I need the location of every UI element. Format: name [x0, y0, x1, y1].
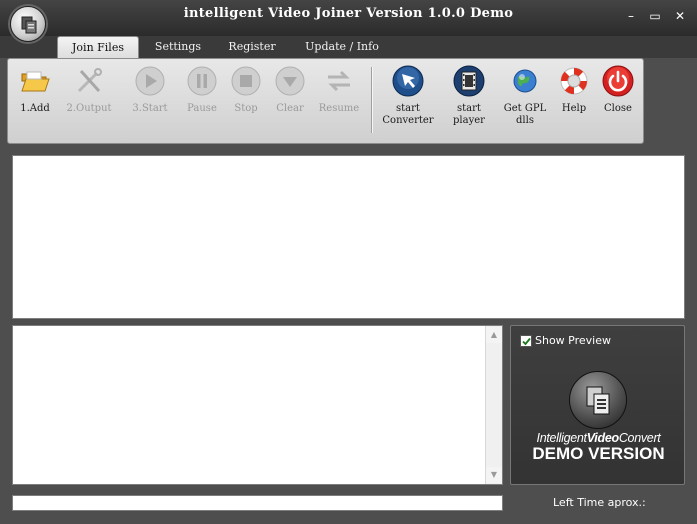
start-converter-label: start Converter: [382, 103, 434, 126]
video-convert-logo-icon: [569, 371, 627, 429]
brand-middle: Video: [586, 431, 619, 445]
app-logo-icon[interactable]: [10, 6, 46, 42]
add-label: 1.Add: [20, 103, 50, 114]
clear-label: Clear: [276, 103, 304, 114]
start-player-label: start player: [453, 103, 485, 126]
tab-update-info[interactable]: Update / Info: [296, 36, 388, 58]
add-button[interactable]: 1.Add: [7, 65, 63, 137]
progress-bar: [12, 495, 503, 511]
pause-icon: [187, 66, 217, 96]
toolbar: 1.Add 2.Output 3.Start Pause Stop Clear …: [7, 58, 644, 144]
toolbar-separator: [371, 67, 373, 133]
window-title: intelligent Video Joiner Version 1.0.0 D…: [183, 6, 514, 21]
scroll-down-icon[interactable]: ▼: [486, 467, 502, 483]
brand-prefix: Intelligent: [536, 431, 588, 445]
globe-icon: [513, 69, 537, 93]
clear-icon: [275, 66, 305, 96]
show-preview-label: Show Preview: [535, 334, 611, 347]
resume-icon: [328, 70, 350, 92]
arrow-cursor-icon: [392, 65, 424, 97]
stop-icon: [231, 66, 261, 96]
demo-version-label: DEMO VERSION: [532, 444, 665, 463]
power-icon: [602, 65, 634, 97]
tab-join-files[interactable]: Join Files: [57, 36, 139, 59]
film-icon: [453, 65, 485, 97]
get-gpl-dlls-button[interactable]: Get GPL dlls: [497, 65, 553, 137]
output-button[interactable]: 2.Output: [61, 65, 117, 137]
log-textarea[interactable]: ▲ ▼: [12, 325, 503, 485]
close-label: Close: [604, 103, 632, 114]
preview-panel: Show Preview IntelligentVideoConvert DEM…: [510, 325, 685, 485]
left-time-label: Left Time aprox.:: [553, 496, 646, 509]
tools-icon: [77, 68, 102, 93]
tab-settings[interactable]: Settings: [145, 36, 211, 58]
clear-button[interactable]: Clear: [262, 65, 318, 137]
close-window-button[interactable]: ✕: [671, 7, 689, 25]
scroll-up-icon[interactable]: ▲: [486, 327, 502, 343]
output-label: 2.Output: [66, 103, 112, 114]
show-preview-checkbox[interactable]: [520, 335, 532, 347]
brand-text: IntelligentVideoConvert: [511, 431, 686, 445]
resume-button[interactable]: Resume: [311, 65, 367, 137]
start-player-button[interactable]: start player: [441, 65, 497, 137]
folder-open-icon: [21, 71, 50, 92]
tab-bar: Join Files Settings Register Update / In…: [0, 36, 697, 59]
file-list[interactable]: [12, 155, 685, 319]
get-gpl-dlls-label: Get GPL dlls: [503, 103, 547, 126]
start-button[interactable]: 3.Start: [122, 65, 178, 137]
lifebuoy-icon: [560, 67, 588, 95]
tab-register[interactable]: Register: [220, 36, 284, 58]
start-converter-button[interactable]: start Converter: [380, 65, 436, 137]
brand-suffix: Convert: [618, 431, 661, 445]
log-scrollbar[interactable]: ▲ ▼: [485, 326, 502, 484]
start-label: 3.Start: [132, 103, 168, 114]
checkmark-icon: [522, 337, 531, 346]
maximize-button[interactable]: ▭: [646, 7, 664, 25]
title-bar: intelligent Video Joiner Version 1.0.0 D…: [0, 0, 697, 36]
resume-label: Resume: [318, 103, 360, 114]
minimize-button[interactable]: –: [622, 7, 640, 25]
close-button[interactable]: Close: [590, 65, 646, 137]
play-icon: [135, 66, 165, 96]
